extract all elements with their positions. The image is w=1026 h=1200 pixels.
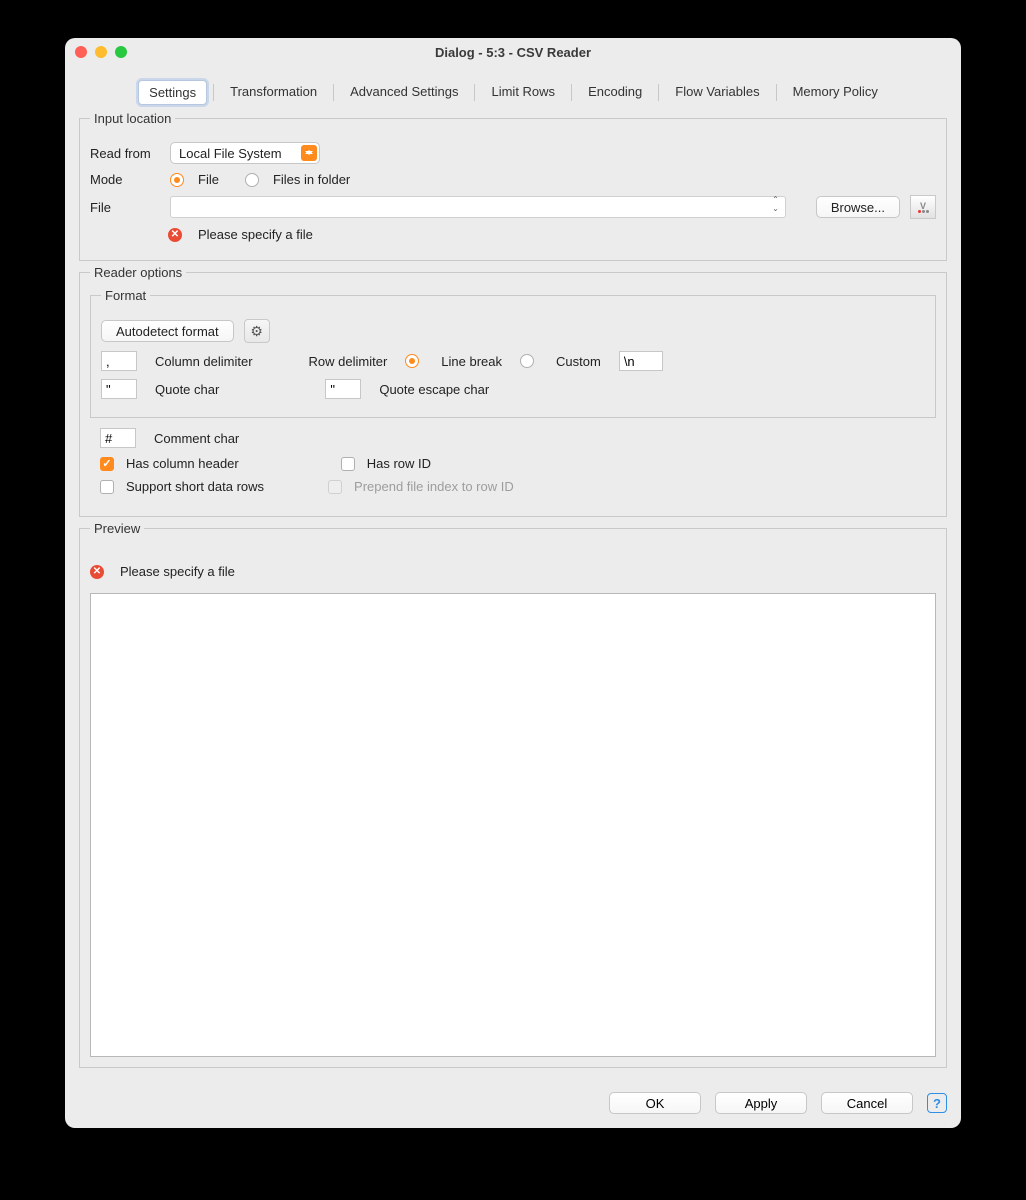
ok-button[interactable]: OK (609, 1092, 701, 1114)
tab-encoding[interactable]: Encoding (578, 80, 652, 105)
has-row-id-label: Has row ID (367, 456, 431, 471)
format-group: Format Autodetect format Column delimite… (90, 288, 936, 418)
gear-icon[interactable] (244, 319, 270, 343)
column-delimiter-input[interactable] (101, 351, 137, 371)
tab-memory-policy[interactable]: Memory Policy (783, 80, 888, 105)
row-delim-linebreak-label: Line break (441, 354, 502, 369)
has-column-header-label: Has column header (126, 456, 239, 471)
preview-group: Preview Please specify a file (79, 521, 947, 1068)
tab-transformation[interactable]: Transformation (220, 80, 327, 105)
window-controls (75, 46, 127, 58)
comment-char-label: Comment char (154, 431, 239, 446)
file-label: File (90, 200, 160, 215)
row-delimiter-label: Row delimiter (309, 354, 388, 369)
preview-error-text: Please specify a file (120, 564, 235, 579)
tab-bar: Settings Transformation Advanced Setting… (79, 80, 947, 105)
input-location-group: Input location Read from Local File Syst… (79, 111, 947, 261)
close-icon[interactable] (75, 46, 87, 58)
format-legend: Format (101, 288, 150, 303)
mode-files-label: Files in folder (273, 172, 350, 187)
prepend-index-checkbox (328, 480, 342, 494)
preview-table (90, 593, 936, 1057)
dialog-window: Dialog - 5:3 - CSV Reader Settings Trans… (65, 38, 961, 1128)
column-delimiter-label: Column delimiter (155, 354, 253, 369)
cancel-button[interactable]: Cancel (821, 1092, 913, 1114)
support-short-rows-checkbox[interactable] (100, 480, 114, 494)
file-path-combo[interactable] (170, 196, 786, 218)
quote-escape-input[interactable] (325, 379, 361, 399)
flow-variable-icon[interactable]: V (910, 195, 936, 219)
dialog-footer: OK Apply Cancel ? (65, 1082, 961, 1128)
error-icon (168, 228, 182, 242)
reader-options-legend: Reader options (90, 265, 186, 280)
input-location-legend: Input location (90, 111, 175, 126)
read-from-label: Read from (90, 146, 160, 161)
file-error-text: Please specify a file (198, 227, 313, 242)
tab-settings[interactable]: Settings (138, 80, 207, 105)
zoom-icon[interactable] (115, 46, 127, 58)
minimize-icon[interactable] (95, 46, 107, 58)
read-from-select[interactable]: Local File System (170, 142, 320, 164)
titlebar: Dialog - 5:3 - CSV Reader (65, 38, 961, 66)
tab-limit-rows[interactable]: Limit Rows (481, 80, 565, 105)
quote-char-label: Quote char (155, 382, 219, 397)
comment-char-input[interactable] (100, 428, 136, 448)
quote-char-input[interactable] (101, 379, 137, 399)
quote-escape-label: Quote escape char (379, 382, 489, 397)
tab-flow-variables[interactable]: Flow Variables (665, 80, 769, 105)
has-row-id-checkbox[interactable] (341, 457, 355, 471)
row-delim-custom-label: Custom (556, 354, 601, 369)
error-icon (90, 565, 104, 579)
browse-button[interactable]: Browse... (816, 196, 900, 218)
window-title: Dialog - 5:3 - CSV Reader (65, 45, 961, 60)
autodetect-button[interactable]: Autodetect format (101, 320, 234, 342)
mode-file-radio[interactable] (170, 173, 184, 187)
has-column-header-checkbox[interactable] (100, 457, 114, 471)
row-delim-custom-input[interactable] (619, 351, 663, 371)
content: Settings Transformation Advanced Setting… (65, 66, 961, 1082)
tab-advanced-settings[interactable]: Advanced Settings (340, 80, 468, 105)
support-short-rows-label: Support short data rows (126, 479, 264, 494)
mode-files-radio[interactable] (245, 173, 259, 187)
prepend-index-label: Prepend file index to row ID (354, 479, 514, 494)
help-icon[interactable]: ? (927, 1093, 947, 1113)
apply-button[interactable]: Apply (715, 1092, 807, 1114)
preview-legend: Preview (90, 521, 144, 536)
row-delim-linebreak-radio[interactable] (405, 354, 419, 368)
mode-file-label: File (198, 172, 219, 187)
reader-options-group: Reader options Format Autodetect format … (79, 265, 947, 517)
chevron-updown-icon (301, 145, 317, 161)
mode-label: Mode (90, 172, 160, 187)
row-delim-custom-radio[interactable] (520, 354, 534, 368)
